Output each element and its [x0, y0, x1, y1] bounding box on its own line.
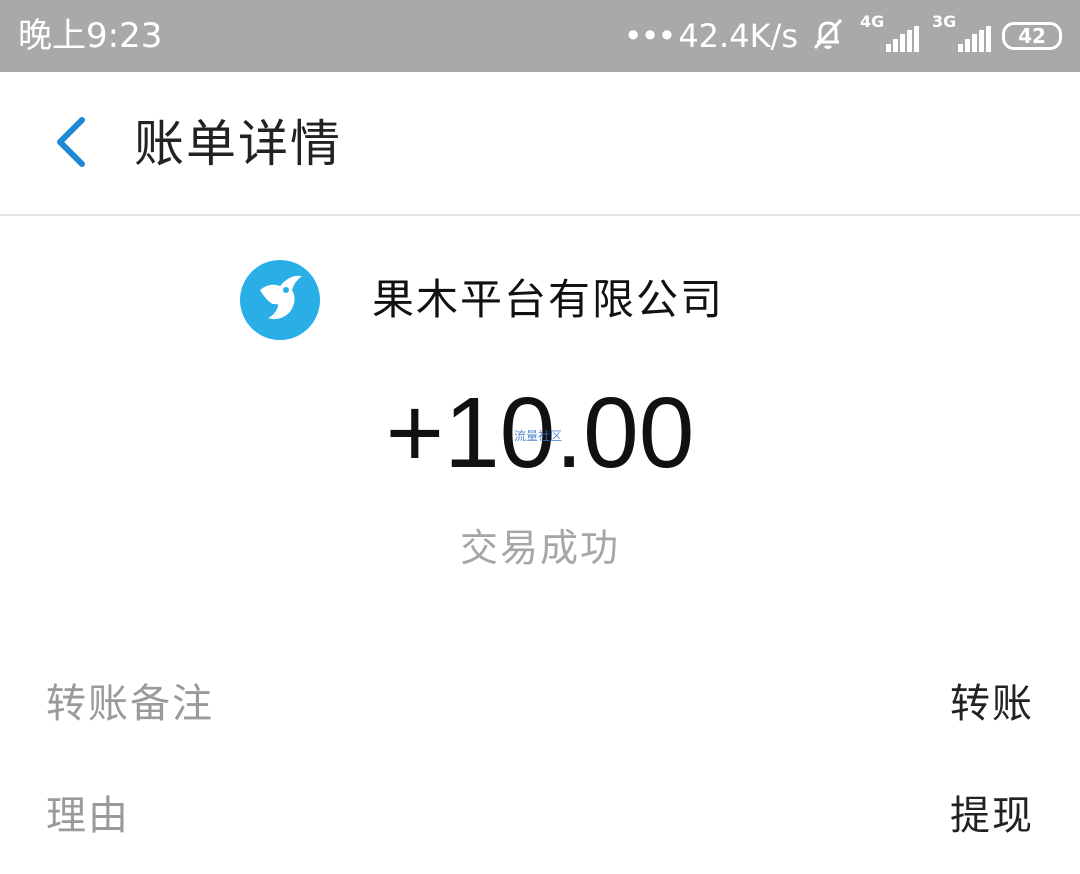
- detail-row-reason: 理由 提现: [0, 786, 1080, 846]
- mute-bell-icon: [808, 14, 848, 58]
- battery-icon: 42: [1002, 22, 1062, 50]
- watermark: 流量社区: [514, 429, 563, 443]
- status-indicators: ••• 42.4K/s 4G 3G 42: [624, 12, 1062, 58]
- page-title: 账单详情: [134, 115, 342, 173]
- signal-4g-icon: 4G: [858, 12, 920, 58]
- bird-logo-icon: [240, 260, 320, 340]
- status-dots: •••: [623, 17, 677, 55]
- network-type-2: 3G: [932, 12, 957, 31]
- chevron-left-icon: [50, 114, 90, 174]
- status-time: 晚上9:23: [18, 16, 163, 56]
- back-button[interactable]: [40, 112, 100, 176]
- network-speed-value: 42.4K/s: [678, 17, 798, 55]
- transaction-status: 交易成功: [459, 526, 620, 570]
- status-bar: 晚上9:23 ••• 42.4K/s 4G 3G 42: [0, 0, 1080, 72]
- network-type-1: 4G: [860, 12, 885, 31]
- signal-3g-icon: 3G: [930, 12, 992, 58]
- app-bar: 账单详情: [0, 72, 1080, 216]
- detail-value-remark: 转账: [950, 681, 1034, 727]
- battery-level: 42: [1018, 24, 1046, 48]
- detail-row-remark: 转账备注 转账: [0, 674, 1080, 734]
- merchant-row: 果木平台有限公司: [0, 260, 1080, 340]
- detail-value-reason: 提现: [950, 793, 1034, 839]
- merchant-name: 果木平台有限公司: [372, 275, 725, 324]
- network-speed: ••• 42.4K/s: [624, 16, 798, 56]
- detail-label-remark: 转账备注: [46, 681, 214, 727]
- detail-label-reason: 理由: [46, 793, 130, 839]
